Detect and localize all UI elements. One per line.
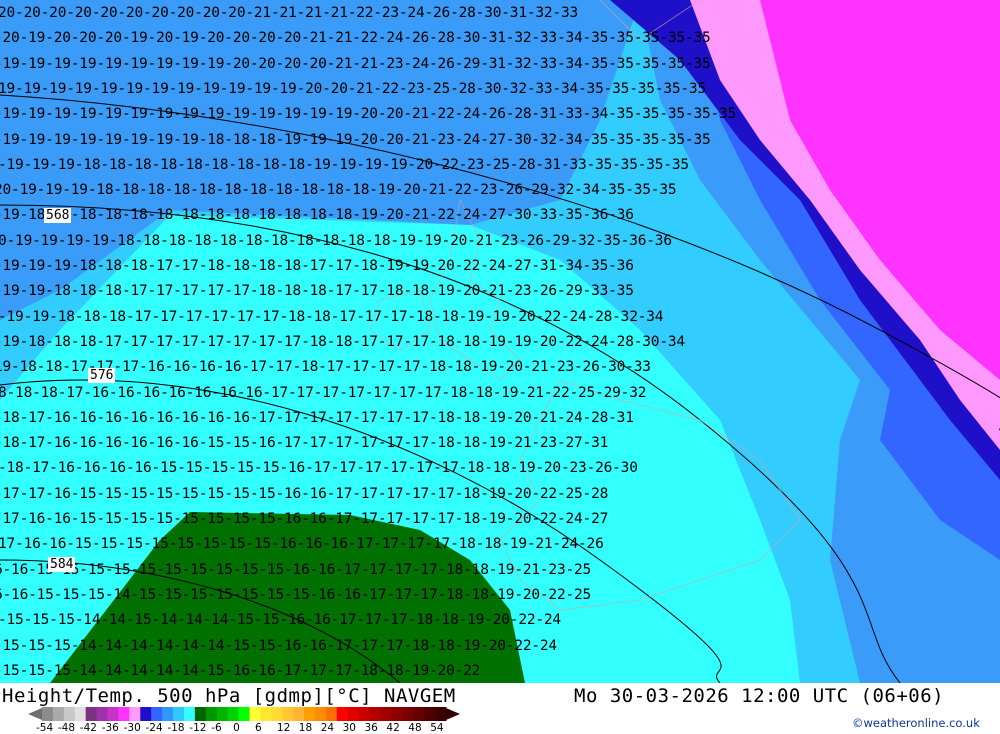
map-title: Height/Temp. 500 hPa [gdmp][°C] NAVGEM	[2, 685, 456, 707]
temperature-label-row: -18-17-16-16-16-16-15-15-15-15-15-16-17-…	[0, 460, 638, 477]
temperature-label-row: -15-15-15-14-14-14-14-14-15-16-16-17-17-…	[0, 662, 481, 679]
temperature-label-row: 0-19-19-19-19-18-18-18-18-18-18-18-18-18…	[0, 232, 672, 249]
legend-swatch	[85, 707, 98, 721]
legend-swatch	[304, 707, 316, 721]
legend-tick-label: 48	[408, 722, 422, 734]
legend-swatch	[369, 707, 381, 721]
legend-swatch	[271, 707, 283, 721]
legend-tick-label: -18	[167, 722, 185, 734]
temperature-label-row: 8-18-18-17-16-16-16-16-16-16-16-17-17-17…	[0, 384, 647, 401]
legend-swatch	[140, 707, 152, 721]
legend-swatch	[107, 707, 119, 721]
temperature-label-row: -19-19-19-19-19-19-19-19-19-20-20-20-20-…	[0, 55, 711, 72]
color-legend	[28, 707, 460, 721]
legend-tick-label: -24	[145, 722, 163, 734]
forecast-datetime: Mo 30-03-2026 12:00 UTC (06+06)	[574, 685, 945, 707]
legend-tick-label: 30	[342, 722, 356, 734]
legend-swatch	[151, 707, 163, 721]
legend-swatch	[325, 707, 338, 721]
legend-swatch	[52, 707, 65, 721]
legend-tick-label: 36	[364, 722, 378, 734]
legend-swatch	[205, 707, 218, 721]
temperature-label-row: -19-19-19-19-19-19-19-19-19-19-19-19-19-…	[0, 106, 737, 123]
legend-swatch	[238, 707, 250, 721]
temperature-label-row: -19-18-18-18-17-17-17-17-17-17-17-17-18-…	[0, 333, 685, 350]
temperature-label-row: 20-20-20-20-20-20-20-20-20-20-21-21-21-2…	[0, 5, 579, 21]
legend-swatch	[380, 707, 392, 721]
temperature-label-row: 19-19-19-19-19-19-19-19-19-19-19-19-20-2…	[0, 80, 706, 97]
legend-swatch	[402, 707, 414, 721]
temperature-label-row: -19-19-19-18-18-18-18-18-18-18-18-18-19-…	[0, 156, 689, 173]
weather-map: 20-20-20-20-20-20-20-20-20-20-21-21-21-2…	[0, 0, 1000, 683]
legend-swatch	[129, 707, 141, 721]
temperature-label-row: 6-16-15-15-15-14-15-15-15-15-15-15-15-16…	[0, 586, 592, 603]
legend-swatch	[118, 707, 130, 721]
legend-arrow-right	[446, 708, 460, 720]
legend-tick-label: 24	[320, 722, 335, 734]
legend-swatch	[260, 707, 272, 721]
legend-swatch	[183, 707, 196, 721]
legend-swatch	[63, 707, 76, 721]
legend-tick-label: -54	[36, 722, 54, 734]
temperature-label-row: -15-15-15-14-14-15-14-14-14-15-15-16-16-…	[0, 612, 561, 629]
legend-tick-label: 54	[430, 722, 444, 734]
credit-link[interactable]: ©weatheronline.co.uk	[852, 716, 980, 730]
temperature-label-row: -19-19-19-18-18-18-17-17-18-18-18-18-17-…	[0, 258, 634, 274]
temperature-label-row: 20-19-19-19-18-18-18-18-18-18-18-18-18-1…	[0, 182, 677, 199]
legend-swatch	[162, 707, 174, 721]
legend-swatch	[42, 707, 54, 721]
temperature-label-row: -19-19-19-19-19-19-19-19-18-18-18-19-19-…	[0, 131, 711, 148]
legend-swatch	[424, 707, 436, 721]
legend-tick-label: -48	[57, 722, 76, 734]
legend-tick-label: -6	[211, 722, 222, 734]
temperature-label-row: -15-15-15-14-14-14-14-14-14-15-15-16-16-…	[0, 637, 557, 654]
legend-swatch	[293, 707, 305, 721]
legend-swatch	[194, 707, 207, 721]
height-label-576: 576	[88, 368, 116, 383]
legend-swatch	[173, 707, 185, 721]
legend-swatch	[227, 707, 240, 721]
temperature-label-row: -18-17-16-16-16-16-16-16-15-15-16-17-17-…	[0, 435, 609, 452]
legend-swatch	[358, 707, 371, 721]
legend-swatch	[391, 707, 403, 721]
legend-tick-label: 18	[298, 722, 313, 734]
height-label-584: 584	[48, 557, 76, 572]
temperature-label-row: -20-19-20-20-20-19-20-19-20-20-20-20-21-…	[0, 30, 711, 47]
temperature-label-row: 6-16-15-15-15-15-15-15-15-15-15-15-16-16…	[0, 561, 592, 578]
legend-arrow-left	[28, 708, 42, 720]
legend-tick-label: -12	[189, 722, 207, 734]
legend-tick-label: -42	[79, 722, 97, 734]
legend-swatch	[347, 707, 360, 721]
temperature-label-row: -18-17-16-16-16-16-16-16-16-16-17-17-17-…	[0, 409, 634, 426]
legend-swatch	[282, 707, 294, 721]
legend-swatch	[314, 707, 327, 721]
temperature-label-row: -17-16-16-15-15-15-15-15-15-15-15-16-16-…	[0, 511, 609, 527]
legend-swatch	[435, 707, 447, 721]
legend-swatch	[74, 707, 87, 721]
legend-tick-label: 6	[255, 722, 262, 734]
legend-swatch	[249, 707, 261, 721]
legend-tick-label: 0	[233, 722, 240, 734]
legend-swatch	[336, 707, 349, 721]
legend-swatch	[96, 707, 109, 721]
legend-swatch	[216, 707, 229, 721]
height-label-568: 568	[44, 208, 72, 223]
temperature-label-row: -17-17-16-15-15-15-15-15-15-15-15-16-16-…	[0, 485, 609, 502]
legend-swatch	[413, 707, 425, 721]
temperature-label-row: -19-18-18-18-18-18-18-18-18-18-18-18-18-…	[0, 207, 634, 224]
temperature-label-row: -19-19-18-18-18-17-17-17-17-17-18-18-18-…	[0, 283, 634, 300]
legend-tick-label: 42	[386, 722, 400, 734]
temperature-label-row: 17-16-16-15-15-15-15-15-15-15-15-16-16-1…	[0, 536, 604, 553]
legend-tick-label: -30	[123, 722, 141, 734]
temperature-label-row: -19-19-18-18-18-17-17-17-17-17-17-18-18-…	[0, 308, 664, 325]
legend-tick-label: 12	[276, 722, 291, 734]
legend-tick-label: -36	[101, 722, 119, 734]
